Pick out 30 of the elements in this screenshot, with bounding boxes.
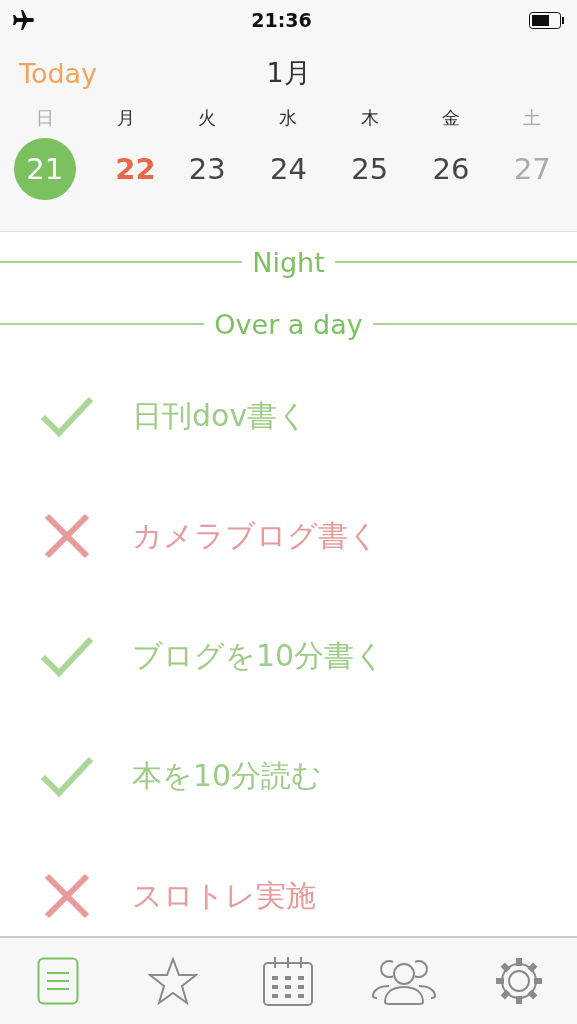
- today-button[interactable]: Today: [19, 57, 98, 89]
- weekday-label: 水: [279, 106, 298, 130]
- star-tab[interactable]: [148, 957, 199, 1005]
- weekday-label: 火: [198, 106, 217, 130]
- status-time: 21:36: [251, 9, 312, 31]
- calendar-tab[interactable]: [262, 956, 315, 1006]
- weekday-label: 木: [360, 106, 379, 130]
- date-button[interactable]: 26: [420, 138, 483, 200]
- task-label[interactable]: 日刊dov書く: [132, 395, 309, 437]
- date-button[interactable]: 23: [176, 138, 239, 200]
- date-button[interactable]: 22: [104, 138, 167, 200]
- weekday-label: 月: [116, 106, 135, 130]
- month-title: 1月: [266, 56, 311, 90]
- section-header: Over a day: [214, 308, 363, 340]
- date-button[interactable]: 25: [338, 138, 401, 200]
- task-label[interactable]: 本を10分読む: [132, 755, 323, 797]
- section-header: Night: [252, 246, 325, 278]
- task-label[interactable]: カメラブログ書く: [132, 515, 379, 557]
- weekday-label: 金: [442, 106, 461, 130]
- battery-icon: [529, 11, 565, 29]
- list-tab[interactable]: [36, 957, 79, 1005]
- weekday-label: 日: [35, 106, 54, 130]
- date-button[interactable]: 27: [501, 138, 564, 200]
- date-button[interactable]: 21: [13, 138, 76, 200]
- task-label[interactable]: スロトレ実施: [132, 875, 316, 917]
- settings-tab[interactable]: [495, 957, 544, 1005]
- date-button[interactable]: 24: [257, 138, 320, 200]
- task-label[interactable]: ブログを10分書く: [132, 635, 386, 677]
- weekday-label: 土: [523, 106, 542, 130]
- airplane-icon: [12, 10, 34, 30]
